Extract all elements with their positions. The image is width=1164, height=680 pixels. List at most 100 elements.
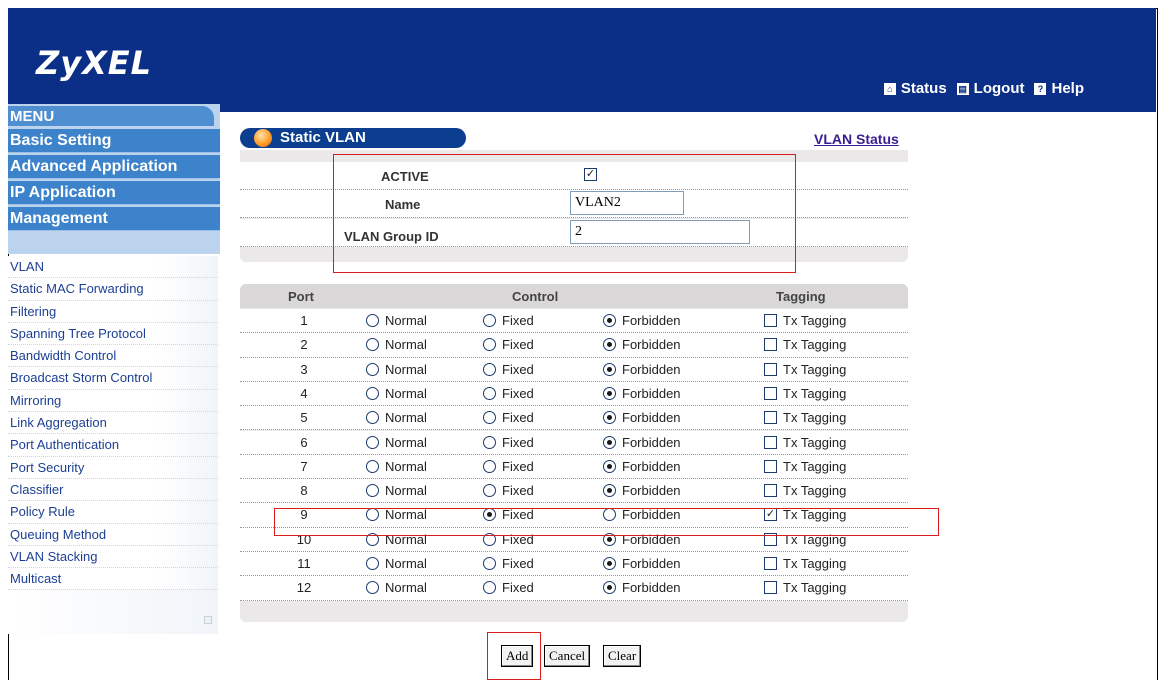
add-button[interactable]: Add (501, 645, 534, 667)
forbidden-option[interactable]: Forbidden (603, 410, 681, 425)
fixed-radio[interactable] (483, 362, 496, 376)
help-link[interactable]: ? Help (1034, 80, 1084, 97)
normal-radio[interactable] (366, 435, 379, 449)
tx-tagging-option[interactable]: Tx Tagging (764, 337, 846, 352)
tx-tagging-checkbox[interactable] (764, 338, 777, 352)
forbidden-option[interactable]: Forbidden (603, 435, 681, 450)
tx-tagging-checkbox[interactable] (764, 557, 777, 570)
fixed-radio[interactable] (483, 557, 496, 570)
submenu-classifier[interactable]: Classifier (8, 478, 218, 502)
fixed-option[interactable]: Fixed (483, 483, 534, 498)
tx-tagging-checkbox[interactable] (764, 484, 777, 498)
logout-link[interactable]: ▤ Logout (956, 80, 1024, 97)
vlan-status-link[interactable]: VLAN Status (814, 131, 899, 147)
menu-management[interactable]: Management (8, 207, 220, 231)
fixed-radio[interactable] (483, 484, 496, 498)
submenu-static-mac-forwarding[interactable]: Static MAC Forwarding (8, 278, 218, 301)
normal-radio[interactable] (366, 581, 379, 595)
forbidden-option[interactable]: Forbidden (603, 580, 681, 595)
tx-tagging-checkbox[interactable] (764, 581, 777, 595)
forbidden-radio[interactable] (603, 314, 616, 327)
forbidden-radio[interactable] (603, 362, 616, 376)
normal-radio[interactable] (366, 314, 379, 327)
forbidden-option[interactable]: Forbidden (603, 459, 681, 474)
submenu-filtering[interactable]: Filtering (8, 300, 218, 323)
normal-radio[interactable] (366, 459, 379, 473)
fixed-option[interactable]: Fixed (483, 362, 534, 377)
submenu-spanning-tree-protocol[interactable]: Spanning Tree Protocol (8, 322, 218, 346)
fixed-radio[interactable] (483, 411, 496, 425)
tx-tagging-option[interactable]: Tx Tagging (764, 410, 846, 425)
forbidden-option[interactable]: Forbidden (603, 313, 681, 328)
fixed-radio[interactable] (483, 386, 496, 400)
fixed-option[interactable]: Fixed (483, 459, 534, 474)
submenu-broadcast-storm-control[interactable]: Broadcast Storm Control (8, 367, 218, 390)
normal-radio[interactable] (366, 386, 379, 400)
normal-option[interactable]: Normal (366, 386, 427, 401)
forbidden-option[interactable]: Forbidden (603, 483, 681, 498)
normal-option[interactable]: Normal (366, 337, 427, 352)
status-link[interactable]: ⌂ Status (883, 80, 947, 97)
fixed-radio[interactable] (483, 435, 496, 449)
forbidden-radio[interactable] (603, 459, 616, 473)
submenu-policy-rule[interactable]: Policy Rule (8, 501, 218, 524)
tx-tagging-checkbox[interactable] (764, 314, 777, 327)
forbidden-radio[interactable] (603, 484, 616, 498)
forbidden-radio[interactable] (603, 386, 616, 400)
forbidden-radio[interactable] (603, 581, 616, 595)
tx-tagging-checkbox[interactable] (764, 386, 777, 400)
fixed-option[interactable]: Fixed (483, 556, 534, 571)
menu-ip-application[interactable]: IP Application (8, 181, 220, 205)
normal-option[interactable]: Normal (366, 435, 427, 450)
forbidden-radio[interactable] (603, 411, 616, 425)
tx-tagging-option[interactable]: Tx Tagging (764, 386, 846, 401)
forbidden-radio[interactable] (603, 338, 616, 352)
normal-radio[interactable] (366, 411, 379, 425)
submenu-queuing-method[interactable]: Queuing Method (8, 523, 218, 546)
normal-radio[interactable] (366, 557, 379, 570)
normal-option[interactable]: Normal (366, 459, 427, 474)
fixed-option[interactable]: Fixed (483, 386, 534, 401)
tx-tagging-option[interactable]: Tx Tagging (764, 313, 846, 328)
normal-option[interactable]: Normal (366, 313, 427, 328)
submenu-multicast[interactable]: Multicast (8, 568, 218, 591)
tx-tagging-checkbox[interactable] (764, 362, 777, 376)
normal-option[interactable]: Normal (366, 410, 427, 425)
fixed-radio[interactable] (483, 338, 496, 352)
forbidden-radio[interactable] (603, 557, 616, 570)
submenu-port-security[interactable]: Port Security (8, 456, 218, 479)
fixed-option[interactable]: Fixed (483, 435, 534, 450)
fixed-option[interactable]: Fixed (483, 410, 534, 425)
tx-tagging-option[interactable]: Tx Tagging (764, 435, 846, 450)
menu-advanced-application[interactable]: Advanced Application (8, 155, 220, 179)
tx-tagging-option[interactable]: Tx Tagging (764, 580, 846, 595)
cancel-button[interactable]: Cancel (544, 645, 591, 667)
forbidden-option[interactable]: Forbidden (603, 337, 681, 352)
tx-tagging-checkbox[interactable] (764, 459, 777, 473)
fixed-radio[interactable] (483, 314, 496, 327)
tx-tagging-checkbox[interactable] (764, 435, 777, 449)
tx-tagging-option[interactable]: Tx Tagging (764, 556, 846, 571)
tx-tagging-option[interactable]: Tx Tagging (764, 459, 846, 474)
normal-option[interactable]: Normal (366, 483, 427, 498)
fixed-radio[interactable] (483, 581, 496, 595)
fixed-option[interactable]: Fixed (483, 337, 534, 352)
fixed-radio[interactable] (483, 459, 496, 473)
submenu-link-aggregation[interactable]: Link Aggregation (8, 412, 218, 435)
forbidden-radio[interactable] (603, 435, 616, 449)
submenu-mirroring[interactable]: Mirroring (8, 389, 218, 413)
normal-radio[interactable] (366, 338, 379, 352)
normal-option[interactable]: Normal (366, 556, 427, 571)
submenu-vlan[interactable]: VLAN (8, 256, 218, 279)
forbidden-option[interactable]: Forbidden (603, 362, 681, 377)
tx-tagging-option[interactable]: Tx Tagging (764, 483, 846, 498)
tx-tagging-checkbox[interactable] (764, 411, 777, 425)
forbidden-option[interactable]: Forbidden (603, 386, 681, 401)
submenu-port-authentication[interactable]: Port Authentication (8, 434, 218, 457)
forbidden-option[interactable]: Forbidden (603, 556, 681, 571)
normal-radio[interactable] (366, 484, 379, 498)
submenu-vlan-stacking[interactable]: VLAN Stacking (8, 545, 218, 569)
submenu-bandwidth-control[interactable]: Bandwidth Control (8, 345, 218, 368)
fixed-option[interactable]: Fixed (483, 580, 534, 595)
normal-radio[interactable] (366, 362, 379, 376)
